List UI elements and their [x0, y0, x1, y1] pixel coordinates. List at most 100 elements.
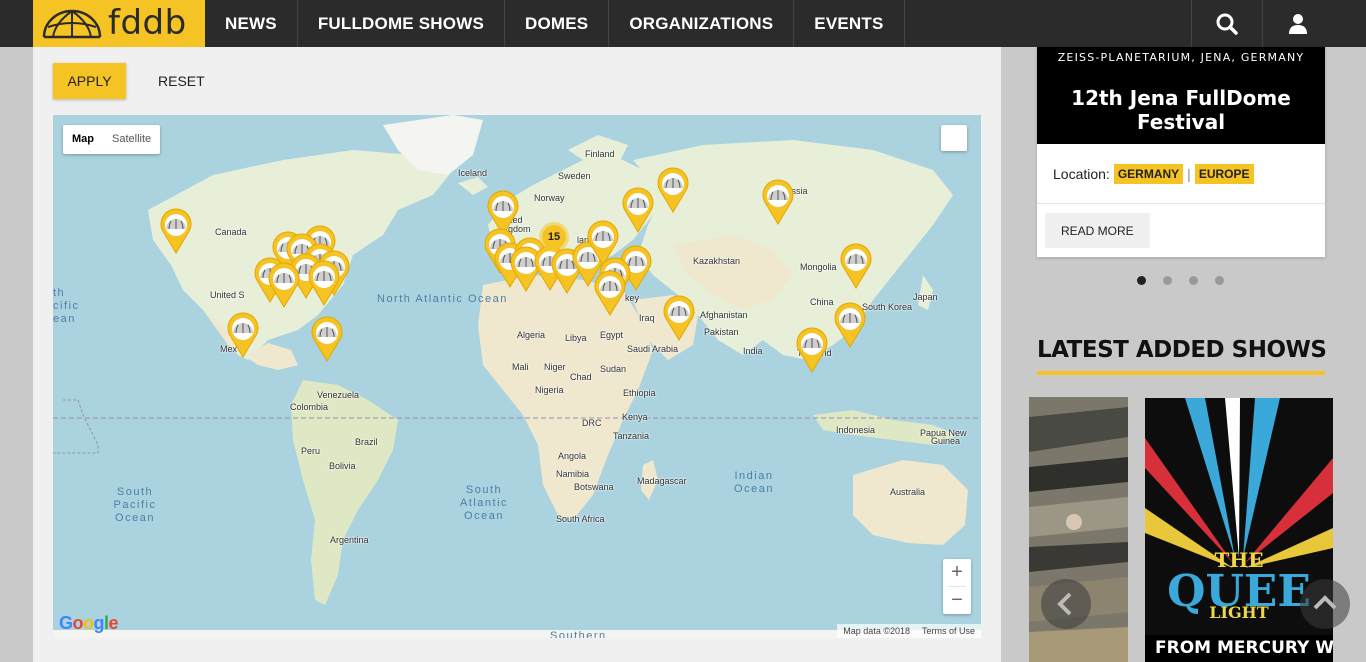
map-label: Bolivia — [329, 461, 356, 471]
map-type-control: Map Satellite — [63, 125, 161, 154]
map-label: Pakistan — [704, 327, 739, 337]
map-label: Algeria — [517, 330, 546, 340]
dome-marker-icon[interactable] — [159, 208, 193, 254]
carousel-dot[interactable] — [1189, 276, 1198, 285]
fullscreen-button[interactable] — [941, 125, 967, 151]
show-subtitle: FROM MERCURY W — [1145, 635, 1333, 662]
featured-event-card: ZEISS-PLANETARIUM, JENA, GERMANY 12th Je… — [1037, 47, 1325, 257]
map-label: DRC — [582, 418, 602, 428]
map-label: Japan — [913, 292, 938, 302]
ocean-label: th cific ean — [53, 287, 80, 325]
map-type-satellite[interactable]: Satellite — [103, 125, 160, 154]
ocean-label: Southern — [550, 630, 607, 638]
dome-marker-icon[interactable] — [656, 167, 690, 213]
map-label: China — [810, 297, 834, 307]
tag-country[interactable]: GERMANY — [1113, 163, 1184, 184]
dome-marker-icon[interactable] — [226, 312, 260, 358]
google-letter: G — [59, 613, 73, 633]
map-label: Indonesia — [836, 425, 876, 435]
world-map[interactable]: Map Satellite Finland Sweden Iceland Nor… — [53, 115, 981, 638]
google-letter: o — [83, 613, 94, 633]
marker-cluster[interactable]: 15 — [539, 222, 569, 252]
map-label: Finland — [585, 149, 615, 159]
dome-marker-icon[interactable] — [761, 179, 795, 225]
map-label: Chad — [570, 372, 592, 382]
heading-underline — [1037, 371, 1325, 375]
map-label: Peru — [301, 446, 321, 456]
chevron-up-icon — [1313, 595, 1337, 610]
reset-button[interactable]: RESET — [148, 63, 215, 99]
map-label: Nigeria — [535, 385, 564, 395]
ocean-label: South Atlantic Ocean — [459, 484, 509, 522]
map-label: South Africa — [556, 514, 605, 524]
zoom-in-button[interactable]: + — [943, 559, 971, 586]
map-label: Venezuela — [317, 390, 360, 400]
map-type-map[interactable]: Map — [63, 125, 103, 154]
google-logo[interactable]: Google — [59, 613, 119, 634]
tag-continent[interactable]: EUROPE — [1194, 163, 1254, 184]
location-label: Location: — [1053, 165, 1110, 182]
nav-organizations[interactable]: ORGANIZATIONS — [609, 0, 795, 47]
zoom-out-button[interactable]: − — [943, 587, 971, 614]
map-label: Argentina — [330, 535, 369, 545]
event-title: 12th Jena FullDome Festival — [1071, 86, 1291, 134]
dome-marker-icon[interactable] — [593, 270, 627, 316]
map-label: Libya — [565, 333, 587, 343]
logo-wordmark: fddb — [108, 3, 187, 43]
map-label: Saudi Arabia — [627, 344, 679, 354]
search-button[interactable] — [1191, 0, 1262, 47]
nav-events[interactable]: EVENTS — [794, 0, 905, 47]
tag-separator: | — [1187, 165, 1191, 182]
map-label: Kazakhstan — [693, 256, 741, 266]
nav-domes[interactable]: DOMES — [505, 0, 610, 47]
scroll-to-top-button[interactable] — [1300, 579, 1350, 629]
dome-marker-icon[interactable] — [795, 327, 829, 373]
dome-marker-icon[interactable] — [839, 243, 873, 289]
event-venue: ZEISS-PLANETARIUM, JENA, GERMANY — [1057, 51, 1305, 64]
dome-marker-icon[interactable] — [621, 187, 655, 233]
map-label: Mali — [512, 362, 529, 372]
map-label: Egypt — [600, 330, 624, 340]
carousel-dot[interactable] — [1137, 276, 1146, 285]
carousel-dot[interactable] — [1215, 276, 1224, 285]
google-letter: o — [72, 613, 84, 633]
map-label: Ethiopia — [623, 388, 656, 398]
terms-of-use-link[interactable]: Terms of Use — [916, 624, 981, 638]
dome-logo-icon — [42, 9, 102, 38]
map-attribution: Map data ©2018 Terms of Use — [837, 624, 981, 638]
map-label: Angola — [558, 451, 587, 461]
map-label: Mongolia — [800, 262, 837, 272]
chevron-left-icon — [1057, 592, 1072, 616]
map-label: Brazil — [355, 437, 378, 447]
carousel-prev-button[interactable] — [1041, 579, 1091, 629]
dome-marker-icon[interactable] — [267, 262, 301, 308]
map-label: Norway — [534, 193, 565, 203]
map-label: Tanzania — [613, 431, 650, 441]
map-label: India — [743, 346, 763, 356]
top-navigation-bar: fddb NEWS FULLDOME SHOWS DOMES ORGANIZAT… — [0, 0, 1366, 47]
user-icon — [1289, 13, 1307, 34]
map-label: Sudan — [600, 364, 627, 374]
dome-marker-icon[interactable] — [833, 302, 867, 348]
read-more-button[interactable]: READ MORE — [1045, 213, 1150, 248]
map-label: Canada — [215, 227, 247, 237]
dome-marker-icon[interactable] — [310, 316, 344, 362]
dome-marker-icon[interactable] — [662, 295, 696, 341]
dome-marker-icon[interactable] — [307, 260, 341, 306]
fddb-logo[interactable]: fddb — [33, 0, 205, 47]
search-icon — [1216, 13, 1238, 35]
map-label: Botswana — [574, 482, 614, 492]
map-label: Guinea — [931, 436, 961, 446]
event-banner[interactable]: ZEISS-PLANETARIUM, JENA, GERMANY 12th Je… — [1037, 47, 1325, 144]
filter-map-panel: APPLY RESET Map Satellite Finland Sweden… — [33, 47, 1001, 662]
user-account-button[interactable] — [1262, 0, 1333, 47]
google-letter: e — [108, 613, 119, 633]
carousel-dot[interactable] — [1163, 276, 1172, 285]
ocean-label: Indian Ocean — [734, 470, 774, 495]
map-label: Iceland — [458, 168, 488, 178]
google-letter: g — [93, 613, 105, 633]
nav-fulldome-shows[interactable]: FULLDOME SHOWS — [298, 0, 505, 47]
nav-news[interactable]: NEWS — [205, 0, 298, 47]
zoom-control: + − — [943, 559, 971, 614]
apply-button[interactable]: APPLY — [53, 63, 126, 99]
